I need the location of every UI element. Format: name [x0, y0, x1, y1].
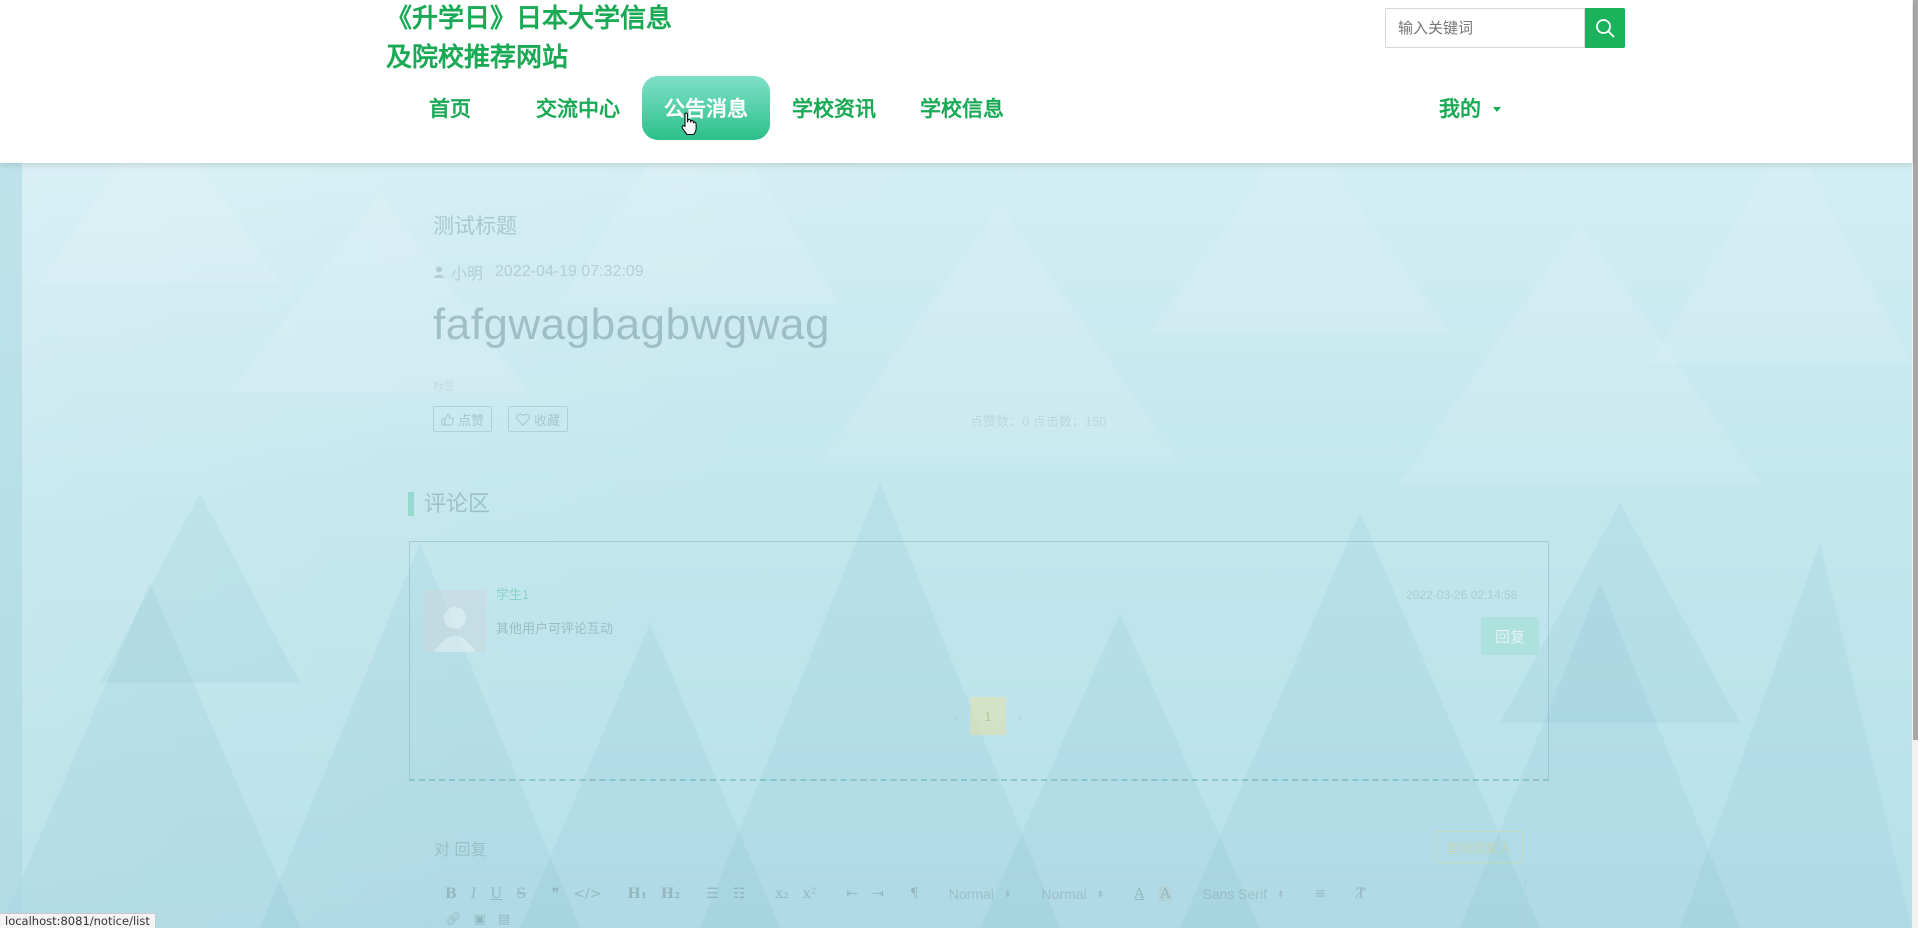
- site-header: 《升学日》日本大学信息 及院校推荐网站 首页 交流中心 公告消息 学校资讯 学校…: [0, 0, 1912, 163]
- article-stats: 点赞数：0 点击数：150: [970, 414, 1107, 429]
- clear-format-icon[interactable]: T̸: [1356, 886, 1365, 902]
- font-select-arrow-icon: ⬍: [1276, 888, 1285, 899]
- link-icon[interactable]: 🔗︎: [445, 911, 462, 927]
- font-color-icon[interactable]: A: [1134, 886, 1144, 902]
- nav-notices[interactable]: 公告消息: [642, 76, 770, 140]
- superscript-icon[interactable]: x²: [803, 886, 817, 902]
- favorite-label: 收藏: [534, 412, 561, 428]
- browser-status-bar: localhost:8081/notice/list: [0, 913, 156, 928]
- reply-target-label: 对 回复: [434, 842, 487, 859]
- article-author: 小明: [451, 266, 484, 283]
- code-block-icon[interactable]: </>: [573, 886, 601, 902]
- editor-toolbar-row2: 🔗︎ ▣ ▤: [445, 911, 510, 927]
- header-select-arrow-icon: ⬍: [1003, 888, 1012, 899]
- blockquote-icon[interactable]: ❞: [552, 886, 560, 902]
- strike-icon[interactable]: S: [516, 886, 526, 902]
- italic-icon[interactable]: I: [471, 886, 477, 902]
- article-date: 2022-04-19 07:32:09: [495, 263, 644, 280]
- size-select[interactable]: Normal ⬍: [1041, 886, 1104, 902]
- clear-reply-button[interactable]: 重新回复人: [1435, 831, 1523, 863]
- comment-time: 2022-03-26 02:14:58: [1406, 588, 1518, 602]
- header-select[interactable]: Normal ⬍: [949, 886, 1012, 902]
- site-title-line2: 及院校推荐网站: [386, 43, 569, 73]
- direction-icon[interactable]: ¶: [910, 886, 919, 902]
- subscript-icon[interactable]: x₂: [775, 886, 789, 902]
- main-nav: 首页 交流中心 公告消息 学校资讯 学校信息 我的: [0, 76, 1912, 140]
- bullet-list-icon[interactable]: ☷: [733, 886, 746, 902]
- reply-button[interactable]: 回复: [1481, 617, 1539, 655]
- underline-icon[interactable]: U: [490, 886, 502, 902]
- comment-text: 其他用户可评论互动: [496, 621, 614, 636]
- pagination: ‹ 1 ›: [942, 697, 1034, 735]
- nav-account[interactable]: 我的: [1420, 76, 1520, 140]
- heading1-icon[interactable]: H₁: [628, 886, 647, 902]
- article-meta: 小明 2022-04-19 07:32:09: [433, 260, 644, 284]
- ordered-list-icon[interactable]: ☰: [706, 886, 719, 902]
- pager-next[interactable]: ›: [1006, 697, 1034, 735]
- indent-icon[interactable]: ⇥: [872, 886, 884, 902]
- header-select-value: Normal: [948, 886, 994, 902]
- comment-section-title: 评论区: [408, 492, 490, 516]
- nav-home[interactable]: 首页: [412, 76, 488, 140]
- search-input[interactable]: [1385, 8, 1585, 48]
- like-button[interactable]: 点赞: [433, 406, 493, 432]
- size-select-value: Normal: [1041, 886, 1087, 902]
- article-title: 测试标题: [433, 215, 517, 238]
- article-tag: 标签: [433, 381, 455, 393]
- article-body: fafgwagbagbwgwag: [433, 300, 830, 349]
- background-color-icon[interactable]: A: [1158, 886, 1173, 902]
- like-label: 点赞: [458, 412, 485, 428]
- pager-page-1[interactable]: 1: [970, 697, 1006, 735]
- search-button[interactable]: [1585, 8, 1625, 48]
- comment-box: [409, 541, 1549, 781]
- site-title-line1: 《升学日》日本大学信息: [386, 4, 673, 34]
- font-select[interactable]: Sans Serif ⬍: [1202, 886, 1284, 902]
- user-icon: [433, 266, 445, 278]
- site-title[interactable]: 《升学日》日本大学信息 及院校推荐网站: [386, 0, 672, 78]
- avatar-user-icon: [434, 607, 476, 652]
- size-select-arrow-icon: ⬍: [1096, 888, 1105, 899]
- font-select-value: Sans Serif: [1202, 886, 1267, 902]
- pager-prev[interactable]: ‹: [942, 697, 970, 735]
- heart-icon: [516, 413, 530, 426]
- image-icon[interactable]: ▣: [474, 911, 486, 927]
- comment-user[interactable]: 学生1: [496, 584, 529, 603]
- nav-school-news[interactable]: 学校资讯: [784, 76, 884, 140]
- align-icon[interactable]: ≡: [1315, 886, 1327, 902]
- nav-forum[interactable]: 交流中心: [528, 76, 628, 140]
- search-icon: [1596, 19, 1615, 38]
- scrollbar-thumb[interactable]: [1913, 0, 1918, 740]
- account-label: 我的: [1439, 97, 1481, 121]
- outdent-icon[interactable]: ⇤: [846, 886, 858, 902]
- nav-school-info[interactable]: 学校信息: [912, 76, 1012, 140]
- heading2-icon[interactable]: H₂: [661, 886, 680, 902]
- avatar: [424, 590, 486, 652]
- bold-icon[interactable]: B: [445, 886, 457, 902]
- video-icon[interactable]: ▤: [498, 911, 510, 927]
- hand-cursor-icon: [681, 112, 697, 136]
- thumbs-up-icon: [441, 412, 454, 425]
- caret-down-icon: [1493, 107, 1501, 112]
- editor-toolbar: B I U S ❞ </> H₁ H₂ ☰ ☷ x₂ x² ⇤ ⇥ ¶ Norm…: [445, 886, 1380, 902]
- favorite-button[interactable]: 收藏: [508, 406, 569, 432]
